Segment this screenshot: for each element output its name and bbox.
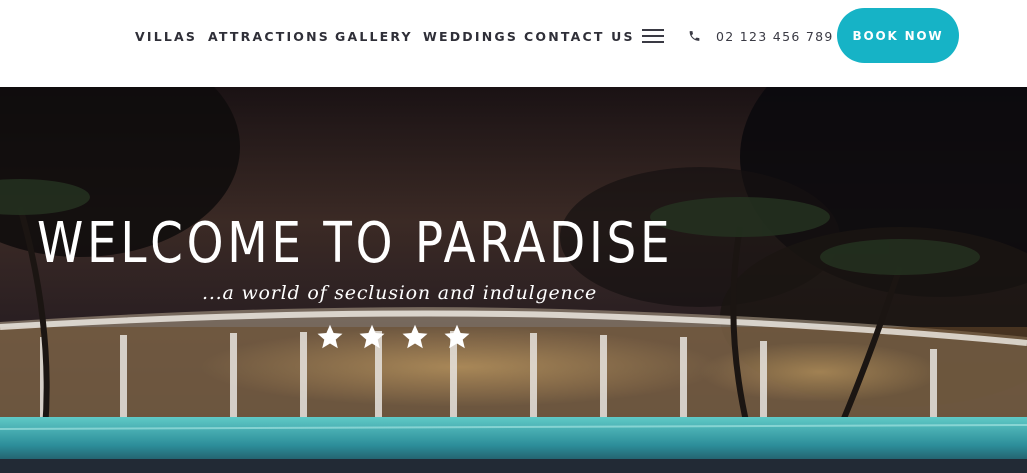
- hero-subtitle: ...a world of seclusion and indulgence: [202, 282, 598, 304]
- hero-section: WELCOME TO PARADISE ...a world of seclus…: [0, 87, 1027, 473]
- star-rating: [316, 323, 481, 353]
- nav-link-contact-us[interactable]: CONTACT US: [524, 29, 635, 44]
- nav-link-villas[interactable]: VILLAS: [135, 29, 197, 44]
- nav-link-attractions[interactable]: ATTRACTIONS: [208, 29, 330, 44]
- phone-number-link[interactable]: 02 123 456 789: [716, 29, 834, 44]
- hero-background-image: [0, 87, 1027, 473]
- star-icon: [317, 324, 343, 349]
- star-icon: [359, 324, 385, 349]
- site-header: VILLAS ATTRACTIONS GALLERY WEDDINGS CONT…: [0, 0, 1027, 87]
- main-nav: VILLAS ATTRACTIONS GALLERY WEDDINGS CONT…: [0, 0, 1027, 73]
- book-now-button[interactable]: BOOK NOW: [837, 8, 959, 63]
- star-icon: [402, 324, 428, 349]
- nav-link-weddings[interactable]: WEDDINGS: [423, 29, 518, 44]
- star-icon: [444, 324, 470, 349]
- nav-link-gallery[interactable]: GALLERY: [335, 29, 413, 44]
- hamburger-menu-icon[interactable]: [642, 28, 664, 44]
- hero-title: WELCOME TO PARADISE: [37, 211, 674, 276]
- phone-icon: [689, 31, 700, 41]
